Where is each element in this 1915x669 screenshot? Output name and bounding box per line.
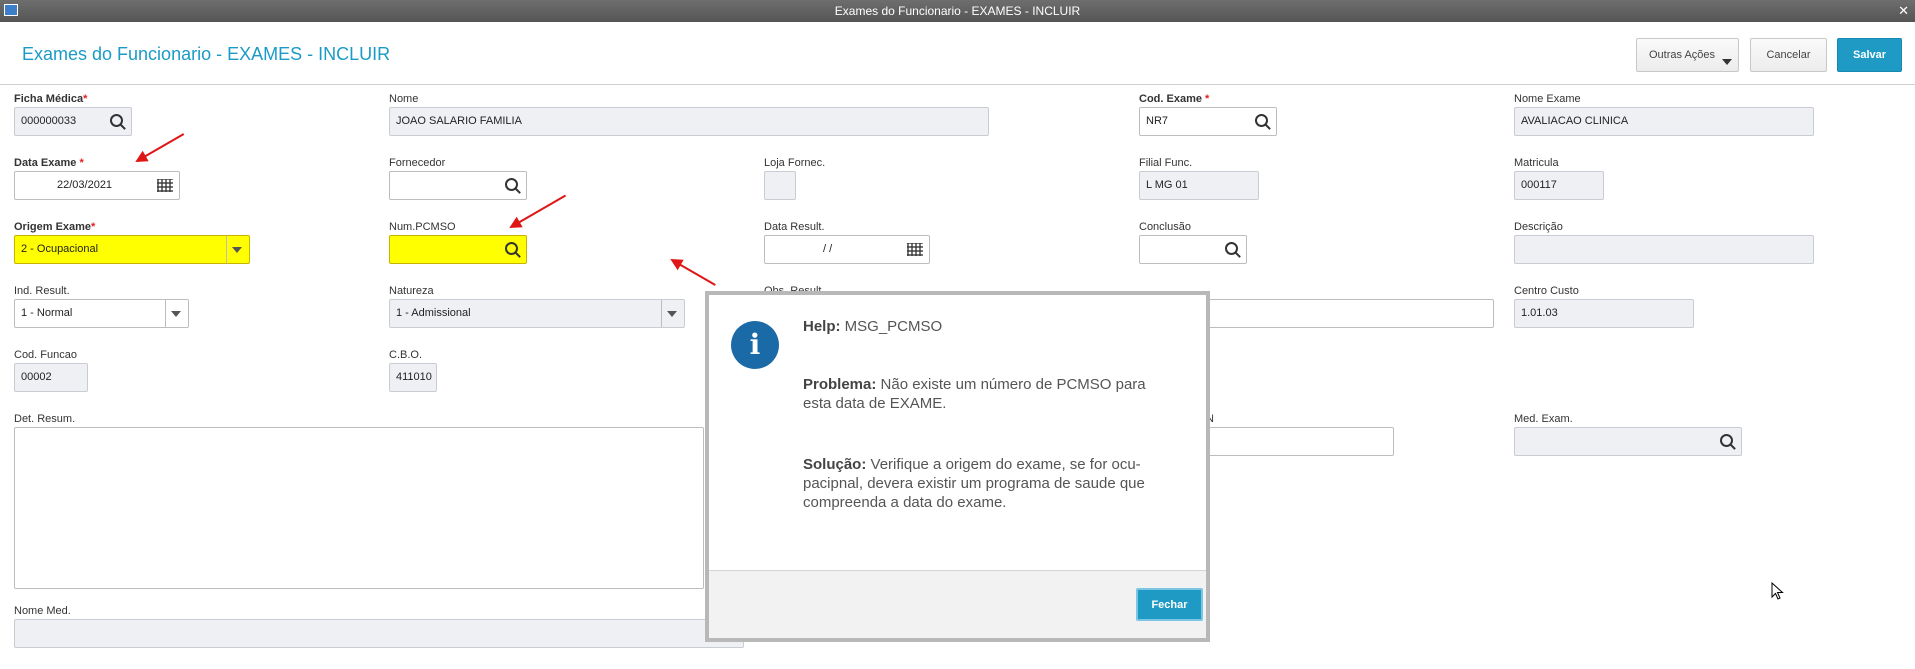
cbo-label: C.B.O. xyxy=(389,349,423,361)
search-icon[interactable] xyxy=(505,178,518,191)
data-exame-field[interactable]: 22/03/2021 xyxy=(14,171,180,200)
descricao-label: Descrição xyxy=(1514,221,1563,233)
calendar-icon[interactable] xyxy=(907,243,923,256)
select-divider xyxy=(226,236,227,263)
help-dialog: i Help: MSG_PCMSO Problema: Não existe u… xyxy=(705,291,1210,642)
centro-custo-field[interactable]: 1.01.03 xyxy=(1514,299,1694,328)
filial-func-label: Filial Func. xyxy=(1139,157,1193,169)
natureza-select[interactable]: 1 - Admissional xyxy=(389,299,685,328)
origem-exame-label: Origem Exame* xyxy=(14,221,96,233)
descricao-field[interactable] xyxy=(1514,235,1814,264)
chevron-down-icon[interactable] xyxy=(232,247,242,253)
nome-exame-field[interactable]: AVALIACAO CLINICA xyxy=(1514,107,1814,136)
select-divider xyxy=(165,300,166,327)
other-actions-label: Outras Ações xyxy=(1649,49,1716,61)
search-icon[interactable] xyxy=(1225,242,1238,255)
help-code: MSG_PCMSO xyxy=(844,318,943,335)
chevron-down-icon xyxy=(1722,59,1732,65)
fornecedor-field[interactable] xyxy=(389,171,527,200)
det-resum-textarea[interactable] xyxy=(14,427,704,589)
conclusao-label: Conclusão xyxy=(1139,221,1191,233)
matricula-field[interactable]: 000117 xyxy=(1514,171,1604,200)
ficha-medica-field[interactable]: 000000033 xyxy=(14,107,132,136)
page-header: Exames do Funcionario - EXAMES - INCLUIR… xyxy=(0,22,1915,85)
problem-text: Problema: Não existe um número de PCMSO … xyxy=(803,376,1146,412)
other-actions-button[interactable]: Outras Ações xyxy=(1636,38,1739,72)
data-result-label: Data Result. xyxy=(764,221,825,233)
data-exame-label: Data Exame * xyxy=(14,157,84,169)
natureza-label: Natureza xyxy=(389,285,434,297)
filial-func-field[interactable]: L MG 01 xyxy=(1139,171,1259,200)
app-icon xyxy=(4,4,18,16)
num-pcmso-field[interactable] xyxy=(389,235,527,264)
nome-med-field[interactable] xyxy=(14,619,744,648)
det-resum-label: Det. Resum. xyxy=(14,413,76,425)
search-icon[interactable] xyxy=(110,114,123,127)
med-exam-field[interactable] xyxy=(1514,427,1742,456)
loja-fornec-label: Loja Fornec. xyxy=(764,157,826,169)
search-icon[interactable] xyxy=(505,242,518,255)
loja-fornec-field[interactable] xyxy=(764,171,796,200)
cod-funcao-label: Cod. Funcao xyxy=(14,349,77,361)
fornecedor-label: Fornecedor xyxy=(389,157,446,169)
window-close-icon[interactable]: ✕ xyxy=(1898,0,1909,22)
nome-med-label: Nome Med. xyxy=(14,605,71,617)
chevron-down-icon[interactable] xyxy=(667,311,677,317)
search-icon[interactable] xyxy=(1720,434,1733,447)
calendar-icon[interactable] xyxy=(157,179,173,192)
select-divider xyxy=(661,300,662,327)
close-dialog-button[interactable]: Fechar xyxy=(1136,588,1203,621)
help-heading: Help: MSG_PCMSO xyxy=(803,318,943,335)
dialog-footer: Fechar xyxy=(709,570,1206,638)
num-pcmso-label: Num.PCMSO xyxy=(389,221,456,233)
cancel-button[interactable]: Cancelar xyxy=(1750,38,1827,72)
chevron-down-icon[interactable] xyxy=(171,311,181,317)
centro-custo-label: Centro Custo xyxy=(1514,285,1579,297)
data-result-field[interactable]: / / xyxy=(764,235,930,264)
cbo-field[interactable]: 411010 xyxy=(389,363,437,392)
annotation-arrow xyxy=(136,133,185,162)
window-title: Exames do Funcionario - EXAMES - INCLUIR xyxy=(834,4,1081,18)
med-exam-label: Med. Exam. xyxy=(1514,413,1573,425)
conclusao-field[interactable] xyxy=(1139,235,1247,264)
annotation-arrow xyxy=(671,259,716,286)
ind-result-label: Ind. Result. xyxy=(14,285,70,297)
cod-exame-field[interactable]: NR7 xyxy=(1139,107,1277,136)
nome-label: Nome xyxy=(389,93,419,105)
cod-funcao-field[interactable]: 00002 xyxy=(14,363,88,392)
window-titlebar: Exames do Funcionario - EXAMES - INCLUIR… xyxy=(0,0,1915,22)
search-icon[interactable] xyxy=(1255,114,1268,127)
ficha-medica-label: Ficha Médica* xyxy=(14,93,88,105)
solution-text: Solução: Verifique a origem do exame, se… xyxy=(803,456,1145,511)
nome-field[interactable]: JOAO SALARIO FAMILIA xyxy=(389,107,989,136)
matricula-label: Matricula xyxy=(1514,157,1559,169)
page-title: Exames do Funcionario - EXAMES - INCLUIR xyxy=(22,44,391,64)
cod-exame-label: Cod. Exame * xyxy=(1139,93,1210,105)
origem-exame-select[interactable]: 2 - Ocupacional xyxy=(14,235,250,264)
info-icon: i xyxy=(731,321,779,369)
nome-exame-label: Nome Exame xyxy=(1514,93,1581,105)
ind-result-select[interactable]: 1 - Normal xyxy=(14,299,189,328)
mouse-cursor-icon xyxy=(1771,582,1784,600)
save-button[interactable]: Salvar xyxy=(1837,38,1902,72)
